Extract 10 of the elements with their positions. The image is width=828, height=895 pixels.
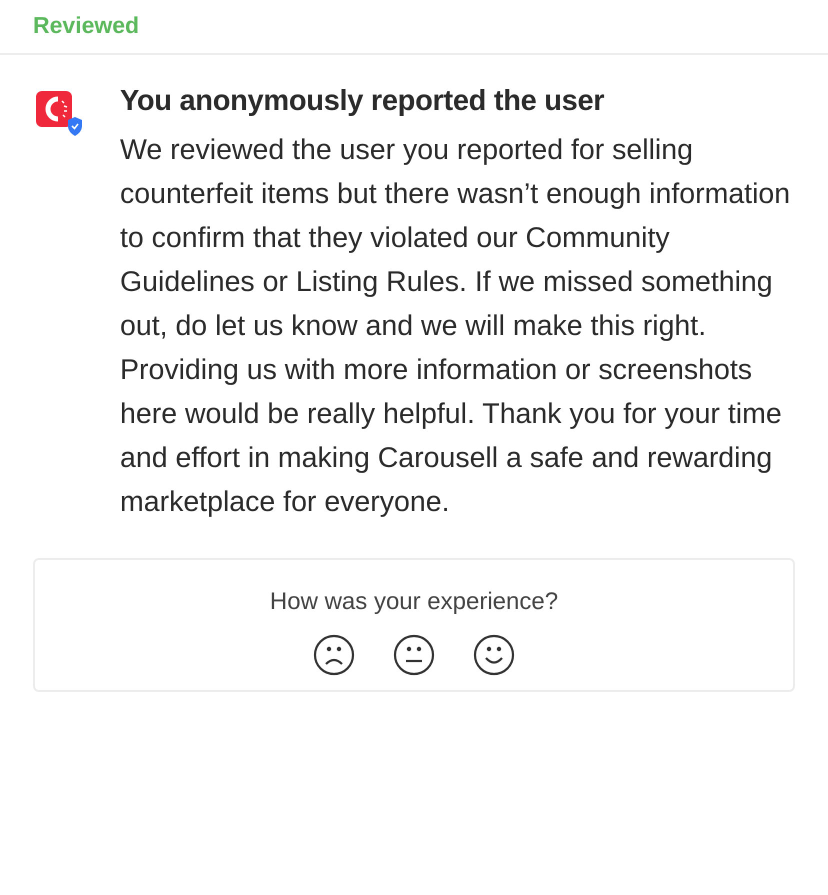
- notification-message: We reviewed the user you reported for selling counterfeit items but there wasn’t enough information to confirm that they violated our Community Guidelines or Listing Rules. If we missed something out, do let us know and we will make this right. Providing us with more information or screenshots here would be really helpful. Thank you for your time and effort in making Carousell a safe and rewarding marketplace for everyone.: [120, 133, 792, 520]
- neutral-face-icon: [393, 634, 435, 676]
- feedback-question: How was your experience?: [270, 588, 558, 616]
- rating-button[interactable]: [473, 634, 515, 676]
- smile-icon: [473, 634, 515, 676]
- rating-button[interactable]: [393, 634, 435, 676]
- notification-title: You anonymously reported the user: [120, 85, 606, 118]
- rating-button[interactable]: [313, 634, 355, 676]
- status-label: Reviewed: [33, 12, 140, 38]
- frown-icon: [313, 634, 355, 676]
